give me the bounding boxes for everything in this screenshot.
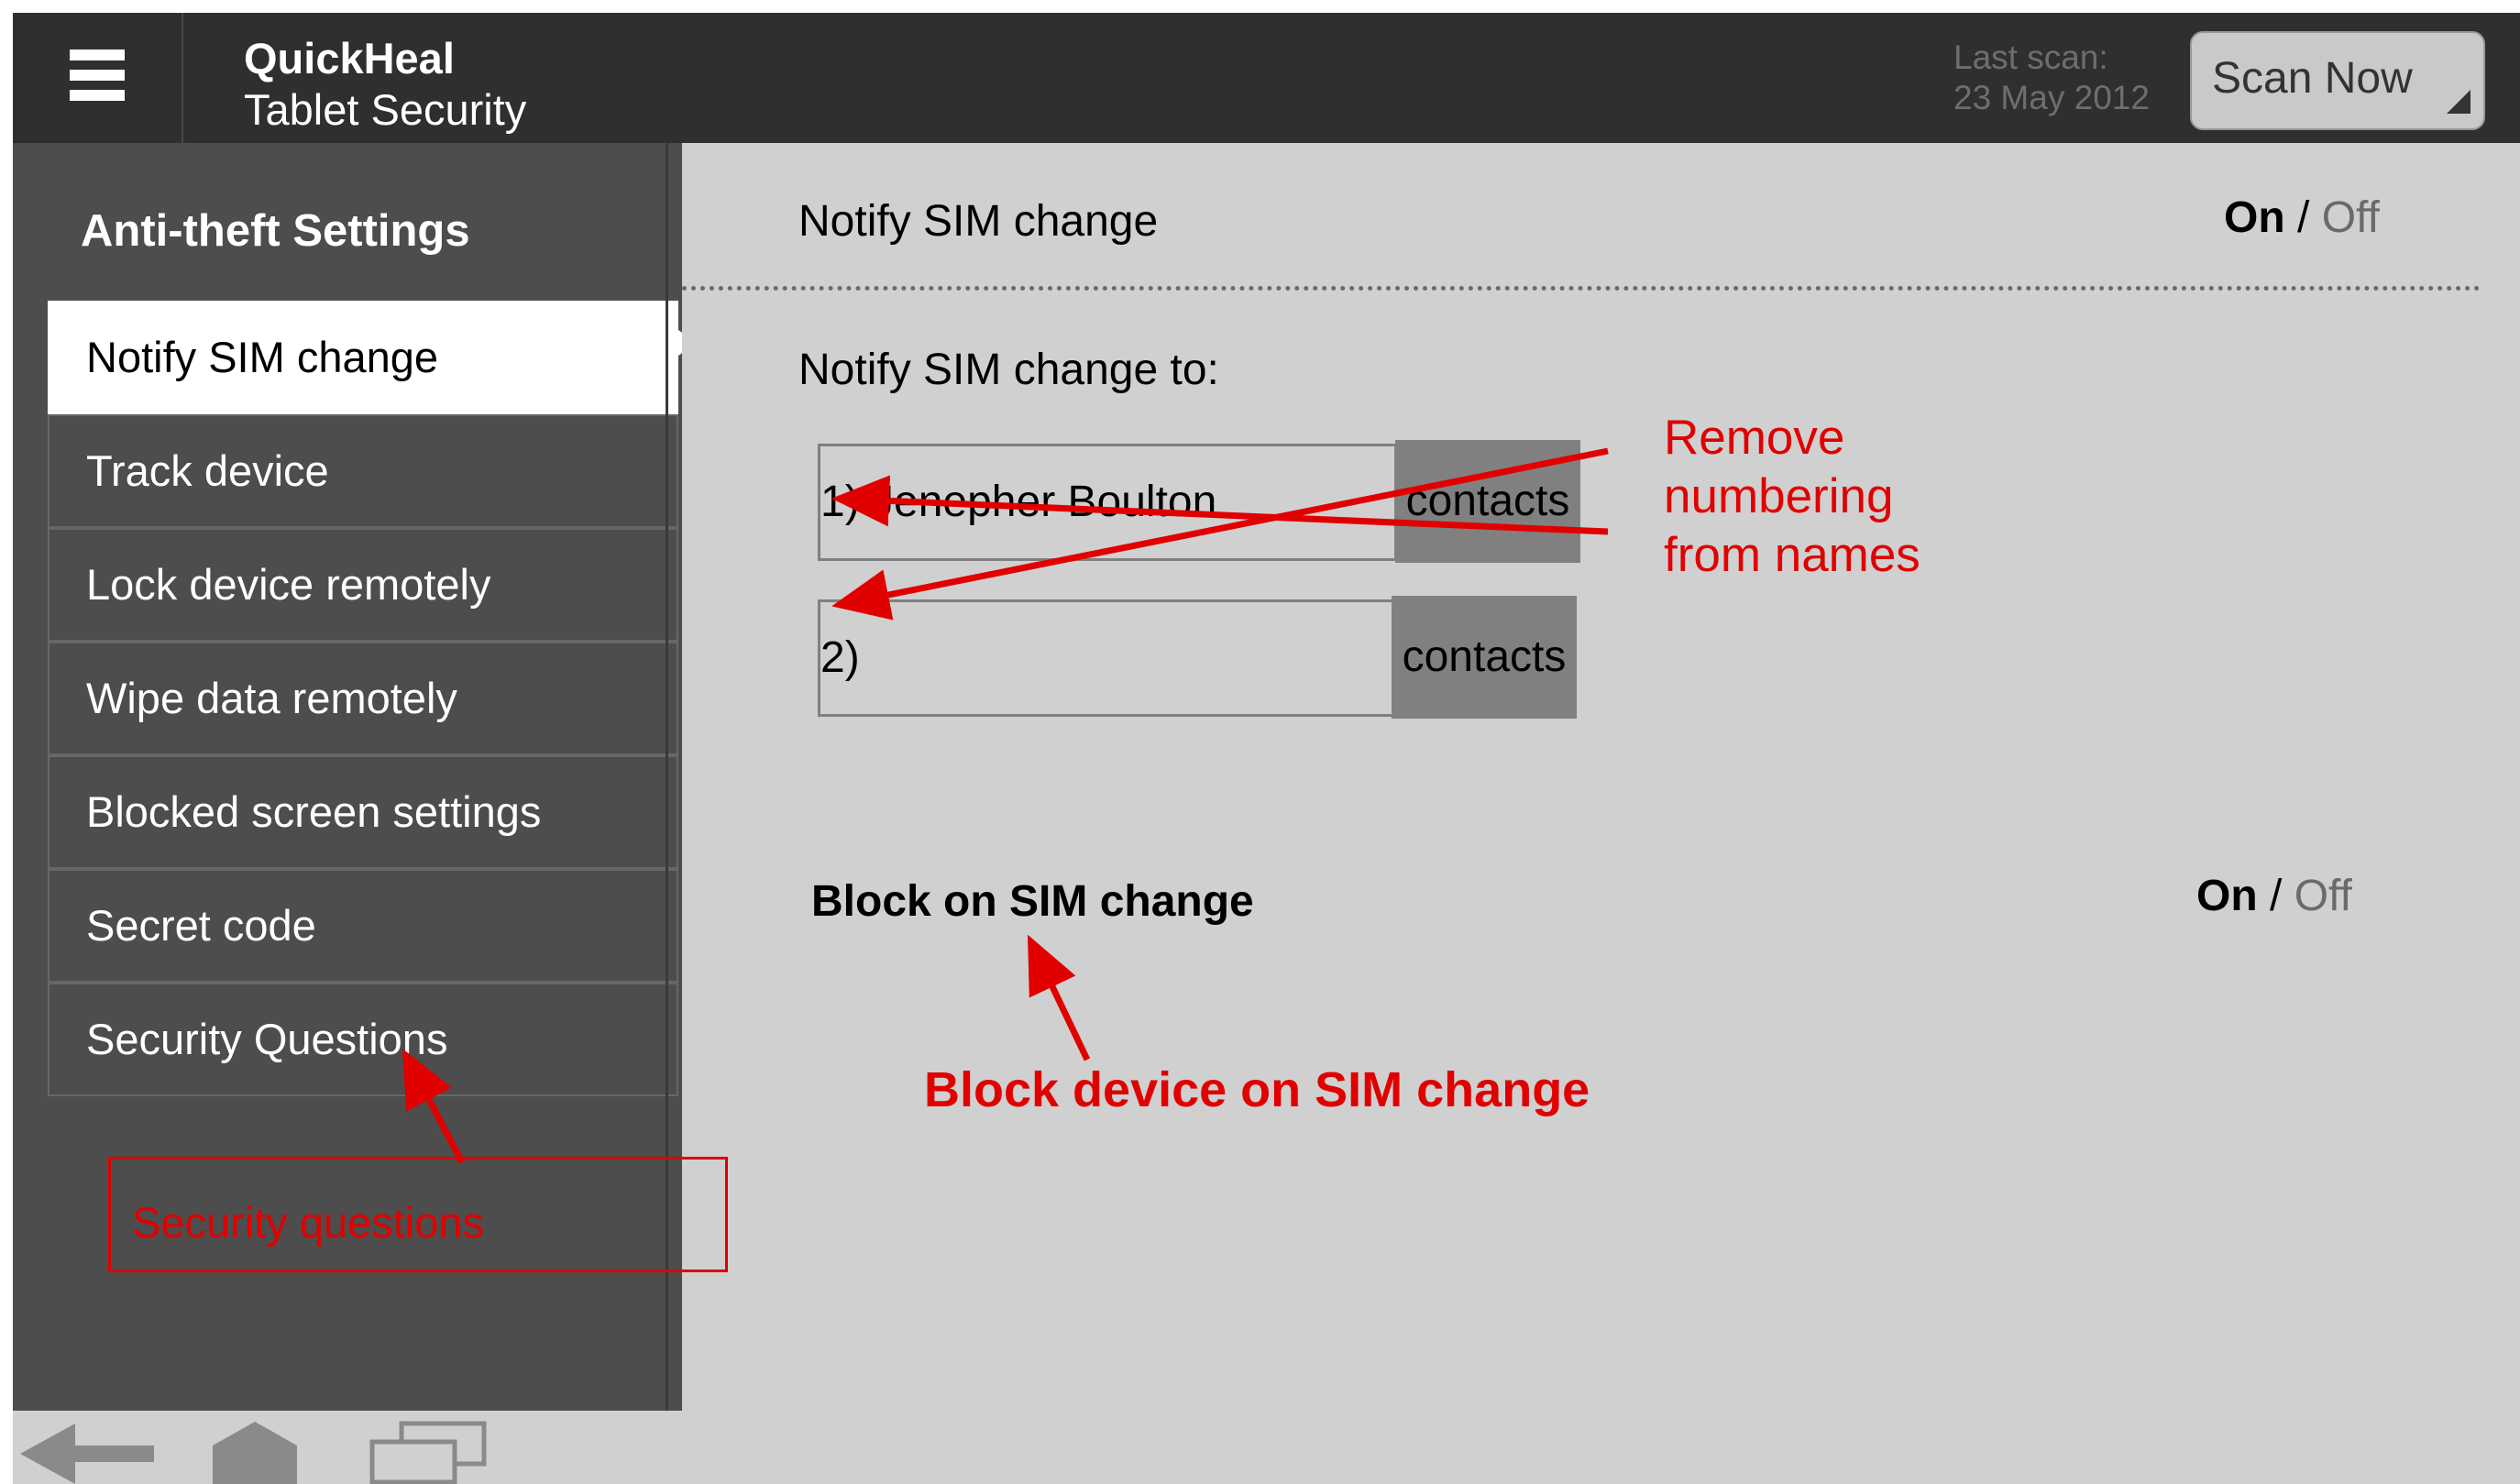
- contacts-button-2[interactable]: contacts: [1392, 596, 1577, 719]
- header-bar: QuickHeal Tablet Security Last scan: 23 …: [13, 13, 2520, 143]
- home-icon[interactable]: [213, 1422, 297, 1484]
- app-frame: QuickHeal Tablet Security Last scan: 23 …: [13, 13, 2520, 1484]
- toggle-on-option[interactable]: On: [2196, 872, 2258, 920]
- block-on-sim-change-title: Block on SIM change: [811, 877, 1254, 926]
- annotation-block-device: Block device on SIM change: [924, 1062, 1590, 1117]
- back-icon[interactable]: [20, 1424, 154, 1484]
- toggle-on-option[interactable]: On: [2224, 193, 2285, 242]
- app-subtitle: Tablet Security: [244, 85, 527, 134]
- sidebar-item-notify-sim-change[interactable]: Notify SIM change: [48, 301, 678, 414]
- sidebar-item-secret-code[interactable]: Secret code: [48, 869, 678, 983]
- app-title: QuickHeal: [244, 34, 455, 82]
- sidebar-item-lock-device-remotely[interactable]: Lock device remotely: [48, 528, 678, 642]
- last-scan-label: Last scan:: [1953, 38, 2108, 76]
- annotation-line: Remove: [1664, 411, 1845, 465]
- toggle-separator: /: [2270, 872, 2283, 920]
- section-divider: [682, 286, 2481, 291]
- toggle-separator: /: [2297, 193, 2310, 242]
- contact-field-2[interactable]: 2): [818, 599, 1397, 717]
- toggle-off-option[interactable]: Off: [2294, 872, 2352, 920]
- contacts-button-1[interactable]: contacts: [1395, 440, 1580, 563]
- block-on-sim-change-toggle[interactable]: On / Off: [2196, 871, 2352, 921]
- menu-button[interactable]: [13, 13, 183, 143]
- annotation-remove-numbering: Remove numbering from names: [1664, 409, 1920, 585]
- contact-field-1[interactable]: 1) Jenepher Boulton: [818, 444, 1397, 561]
- notify-sim-change-toggle[interactable]: On / Off: [2224, 192, 2380, 243]
- notify-to-label: Notify SIM change to:: [798, 346, 1219, 394]
- recent-apps-icon[interactable]: [369, 1420, 488, 1484]
- scan-now-button[interactable]: Scan Now: [2190, 31, 2485, 130]
- last-scan-date: 23 May 2012: [1953, 79, 2150, 116]
- dropdown-corner-icon: [2447, 90, 2470, 114]
- annotation-line: from names: [1664, 528, 1920, 582]
- notify-sim-change-title: Notify SIM change: [798, 197, 1159, 246]
- sidebar-title: Anti-theft Settings: [81, 206, 470, 256]
- bottom-navigation-bar: [13, 1411, 2520, 1484]
- main-panel: Notify SIM change On / Off Notify SIM ch…: [682, 143, 2520, 1411]
- annotation-line: numbering: [1664, 469, 1894, 523]
- sidebar-item-security-questions[interactable]: Security Questions: [48, 983, 678, 1096]
- sidebar-item-wipe-data-remotely[interactable]: Wipe data remotely: [48, 642, 678, 755]
- sidebar-item-track-device[interactable]: Track device: [48, 414, 678, 528]
- scan-now-label: Scan Now: [2212, 54, 2413, 103]
- annotation-security-questions-text: Security questions: [132, 1198, 485, 1247]
- sidebar-item-blocked-screen-settings[interactable]: Blocked screen settings: [48, 755, 678, 869]
- toggle-off-option[interactable]: Off: [2322, 193, 2380, 242]
